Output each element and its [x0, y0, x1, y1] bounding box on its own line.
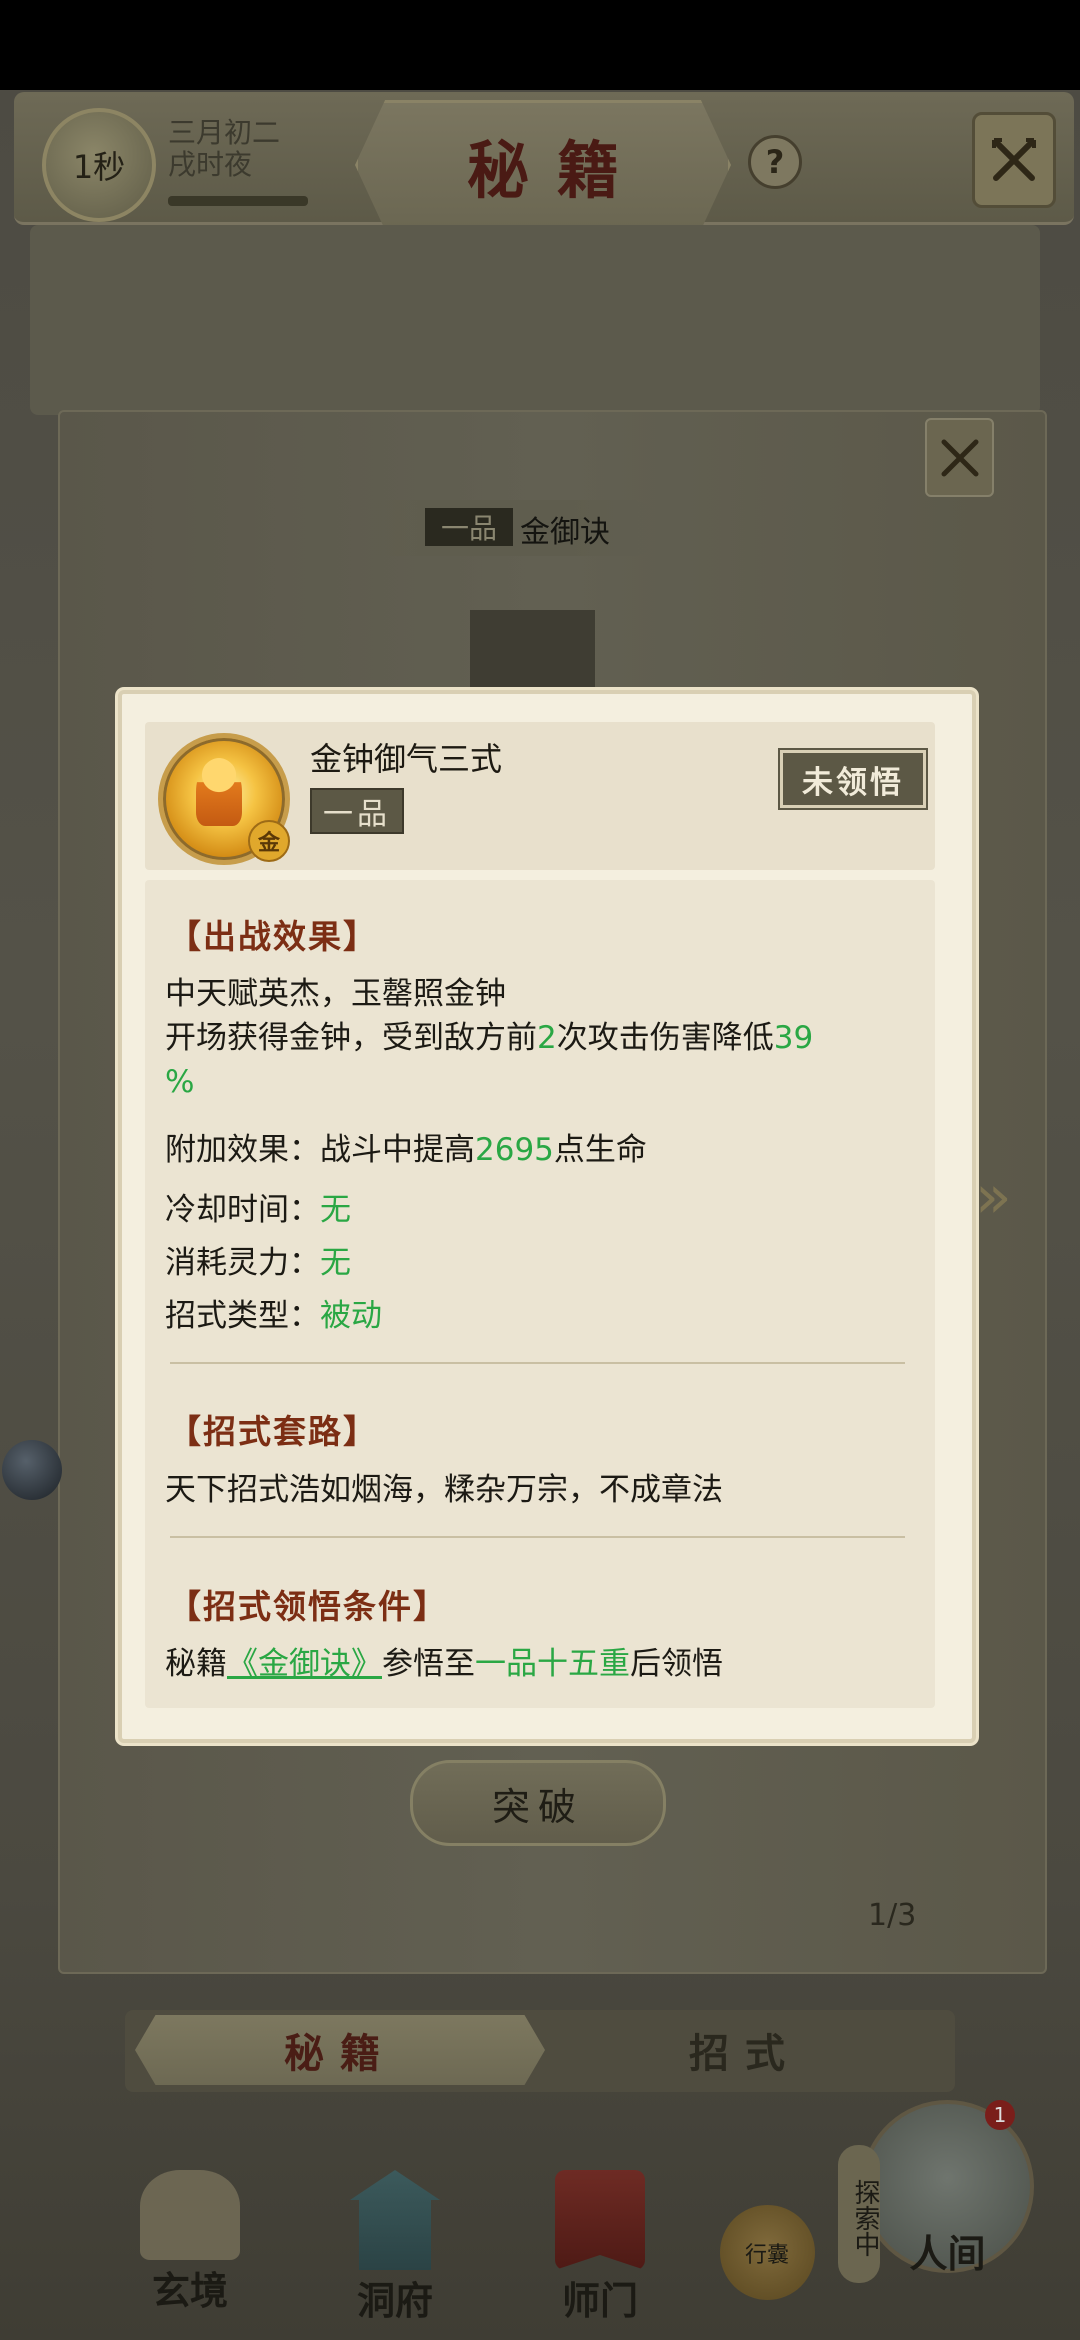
page-title: 秘籍: [466, 134, 647, 207]
condition-suffix: 后领悟: [630, 1646, 723, 1682]
cost-label: 消耗灵力：: [165, 1245, 320, 1281]
routine-text: 天下招式浩如烟海，糅杂万宗，不成章法: [165, 1472, 723, 1508]
book-link[interactable]: 《金御诀》: [227, 1646, 382, 1682]
section-title-condition: 【招式领悟条件】: [168, 1587, 448, 1626]
tab-miji[interactable]: 秘籍: [135, 2015, 545, 2085]
bag-icon: 行囊: [719, 2205, 815, 2300]
extra-label: 附加效果：战斗中提高: [165, 1132, 475, 1168]
pavilion-icon: [350, 2170, 440, 2270]
nav-label: 人间: [909, 2232, 986, 2276]
date-label: 三月初二: [168, 116, 281, 149]
effect-text: 开场获得金钟，受到敌方前: [165, 1020, 537, 1056]
book-name: 金御诀: [520, 515, 610, 550]
breakthrough-button[interactable]: 突破: [410, 1760, 666, 1846]
type-label: 招式类型：: [165, 1298, 320, 1334]
notification-count-badge: 1: [985, 2100, 1015, 2130]
type-value: 被动: [320, 1298, 382, 1334]
help-button[interactable]: ?: [748, 135, 802, 189]
nav-shimen[interactable]: 师门: [530, 2170, 670, 2325]
extra-effect: 附加效果：战斗中提高2695点生命: [165, 1128, 647, 1172]
condition-text: 秘籍《金御诀》参悟至一品十五重后领悟: [165, 1642, 723, 1686]
section-title-battle-effect: 【出战效果】: [168, 917, 378, 956]
section-title-routine: 【招式套路】: [168, 1412, 378, 1451]
game-screen: 1秒 三月初二 戌时夜 秘籍 ? 一品 金御诀 » 突破 1/3 秘籍 招式 玄…: [0, 0, 1080, 2340]
condition-prefix: 秘籍: [165, 1646, 227, 1682]
extra-suffix: 点生命: [553, 1132, 647, 1168]
book-close-button[interactable]: [925, 418, 994, 497]
banner-icon: [555, 2170, 645, 2270]
effect-percent: %: [165, 1064, 195, 1100]
exploring-badge: 探索中: [838, 2145, 880, 2283]
page-indicator: 1/3: [868, 1898, 917, 1933]
divider: [170, 1536, 905, 1538]
nav-label: 玄境: [151, 2269, 228, 2313]
condition-mid: 参悟至: [382, 1646, 475, 1682]
book-scroll-image: [470, 610, 595, 700]
crossed-close-icon: [941, 439, 978, 476]
skill-grade-tag: 一品: [310, 788, 404, 834]
crossed-close-icon: [992, 138, 1036, 181]
effect-count: 2: [537, 1020, 557, 1056]
time-of-day-label: 戌时夜: [168, 148, 253, 181]
book-grade-tag: 一品: [425, 508, 513, 546]
scroll-knob-icon: [2, 1440, 62, 1500]
effect-text: 次攻击伤害降低: [556, 1020, 774, 1056]
title-plate: 秘籍: [355, 100, 731, 230]
nav-xuanjing[interactable]: 玄境: [120, 2170, 260, 2315]
extra-value: 2695: [475, 1132, 554, 1168]
element-badge: 金: [248, 820, 290, 862]
nav-dongfu[interactable]: 洞府: [320, 2170, 470, 2325]
cooldown-label: 冷却时间：: [165, 1192, 320, 1228]
cost-value: 无: [320, 1245, 351, 1281]
nav-xingnang[interactable]: 行囊: [712, 2205, 822, 2300]
cooldown-row: 冷却时间：无: [165, 1188, 351, 1232]
nav-label: 师门: [561, 2279, 638, 2323]
header-close-button[interactable]: [972, 112, 1056, 208]
divider: [170, 1362, 905, 1364]
buddha-figure-icon: [196, 758, 242, 826]
effect-line-1: 中天赋英杰，玉罄照金钟: [165, 976, 506, 1012]
status-badge: 未领悟: [780, 750, 926, 808]
skill-name: 金钟御气三式: [310, 740, 503, 778]
bag-label: 行囊: [744, 2242, 789, 2268]
type-row: 招式类型：被动: [165, 1294, 382, 1338]
time-progress-bar: [168, 196, 308, 206]
cost-row: 消耗灵力：无: [165, 1241, 351, 1285]
effect-value: 39: [773, 1020, 814, 1056]
scroll-icon: [140, 2170, 240, 2260]
next-page-arrow-icon[interactable]: »: [975, 1167, 1045, 1227]
nav-label: 洞府: [356, 2279, 433, 2323]
cooldown-value: 无: [320, 1192, 351, 1228]
book-cover-top: [30, 225, 1040, 415]
effect-line-2: 开场获得金钟，受到敌方前2次攻击伤害降低39: [165, 1016, 813, 1060]
condition-level: 一品十五重: [475, 1646, 630, 1682]
timer-badge[interactable]: 1秒: [42, 108, 156, 222]
tab-zhaoshi[interactable]: 招式: [545, 2015, 945, 2085]
